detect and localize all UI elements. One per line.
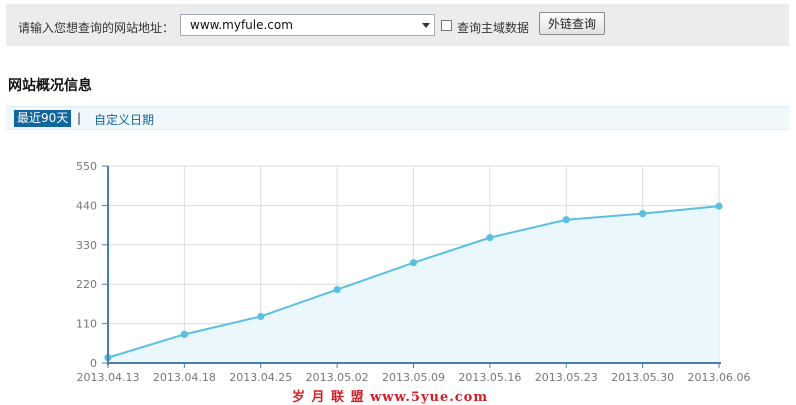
watermark-text: 岁 月 联 盟 www.5yue.com bbox=[292, 390, 489, 405]
url-select[interactable]: www.myfule.com bbox=[180, 14, 435, 36]
x-tick-label: 2013.04.18 bbox=[153, 371, 216, 384]
x-tick-label: 2013.04.25 bbox=[229, 371, 292, 384]
backlink-query-button[interactable]: 外链查询 bbox=[539, 12, 605, 35]
x-tick-label: 2013.05.02 bbox=[306, 371, 369, 384]
tab-custom-date[interactable]: 自定义日期 bbox=[94, 111, 154, 128]
x-tick-label: 2013.04.13 bbox=[77, 371, 140, 384]
y-tick-label: 220 bbox=[76, 278, 97, 291]
query-bar: 请输入您想查询的网站地址： www.myfule.com 查询主域数据 外链查询 bbox=[6, 4, 789, 46]
y-tick-labels: 0 110 220 330 440 550 bbox=[76, 160, 108, 370]
data-point bbox=[562, 216, 570, 224]
y-tick-label: 440 bbox=[76, 199, 97, 212]
y-tick-label: 550 bbox=[76, 160, 97, 173]
x-tick-label: 2013.05.16 bbox=[458, 371, 521, 384]
y-tick-label: 0 bbox=[90, 357, 97, 370]
tab-separator: | bbox=[77, 111, 82, 125]
x-tick-label: 2013.05.09 bbox=[382, 371, 445, 384]
x-tick-labels: 2013.04.13 2013.04.18 2013.04.25 2013.05.02… bbox=[77, 363, 751, 384]
url-prompt-label: 请输入您想查询的网站地址： bbox=[18, 21, 175, 35]
y-tick-label: 110 bbox=[76, 318, 97, 331]
data-point bbox=[333, 285, 341, 294]
y-tick-label: 330 bbox=[76, 239, 97, 252]
x-tick-label: 2013.05.23 bbox=[535, 371, 598, 384]
tab-last-90-days[interactable]: 最近90天 bbox=[14, 110, 72, 127]
data-point bbox=[486, 234, 494, 242]
main-domain-checkbox[interactable] bbox=[441, 20, 452, 31]
data-point bbox=[257, 312, 265, 321]
data-point bbox=[639, 210, 647, 218]
x-tick-label: 2013.05.30 bbox=[611, 371, 674, 384]
x-tick-label: 2013.06.06 bbox=[688, 371, 751, 384]
url-select-value: www.myfule.com bbox=[190, 18, 293, 32]
data-point bbox=[180, 330, 188, 338]
overview-chart: 0110220330440550 2013.04.13 2013.04.18 201… bbox=[76, 160, 751, 384]
data-point bbox=[715, 202, 723, 210]
chevron-down-icon[interactable] bbox=[422, 23, 430, 28]
main-domain-checkbox-label[interactable]: 查询主域数据 bbox=[457, 19, 529, 36]
data-point bbox=[409, 259, 418, 267]
section-title: 网站概况信息 bbox=[8, 78, 92, 94]
date-range-tabs: 最近90天 | 自定义日期 bbox=[6, 106, 789, 130]
